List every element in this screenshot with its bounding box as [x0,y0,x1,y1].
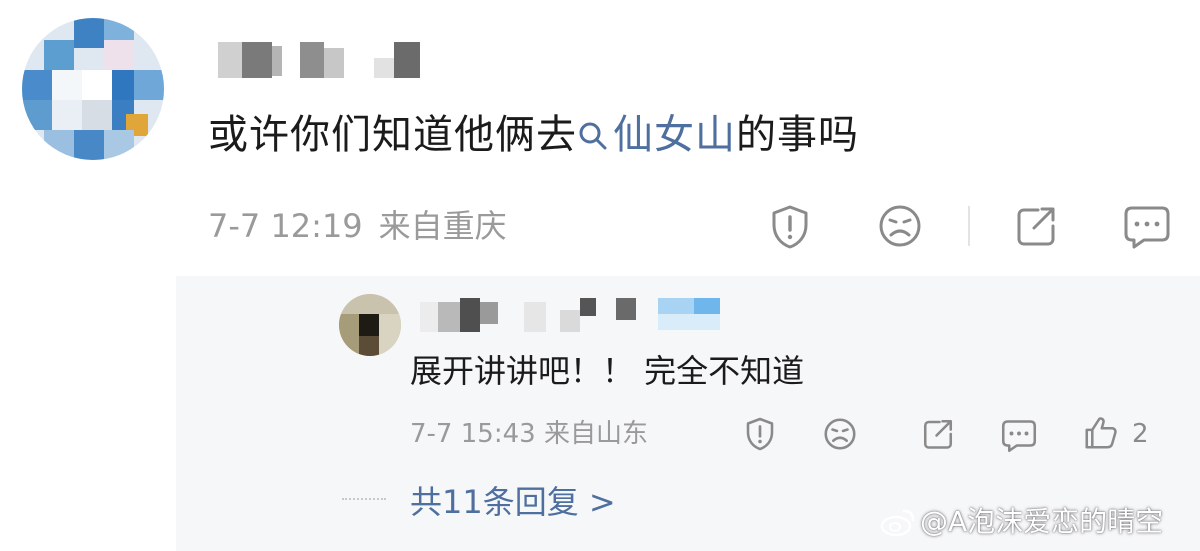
weibo-logo-icon [880,509,915,537]
thread-dots [342,498,386,500]
like-icon[interactable] [1082,414,1120,452]
watermark: @A泡沫爱恋的晴空 [880,498,1200,546]
reply-report-icon[interactable] [742,416,778,452]
like-count: 2 [1132,419,1149,449]
reply-avatar[interactable] [339,294,401,356]
reply-share-icon[interactable] [920,416,956,452]
more-replies-link[interactable]: 共11条回复 > [410,480,616,524]
topic-link[interactable]: 仙女山 [577,112,736,158]
reply-username-blurred[interactable] [420,296,740,338]
comment-meta: 7-7 12:19 来自重庆 [208,204,507,248]
reply-comment-icon[interactable] [1000,417,1038,453]
comment-icon[interactable] [1122,202,1172,250]
reply-meta: 7-7 15:43 来自山东 [410,414,648,454]
watermark-text: @A泡沫爱恋的晴空 [920,505,1164,538]
reply-dislike-face-icon[interactable] [822,416,858,452]
avatar[interactable] [22,18,164,160]
reply-location: 来自山东 [543,419,648,449]
comment-location: 来自重庆 [378,207,507,245]
share-icon[interactable] [1012,202,1060,250]
username-blurred[interactable] [218,38,428,82]
reply-text: 展开讲讲吧！！ 完全不知道 [410,352,805,390]
report-icon[interactable] [766,203,814,251]
comment-text-after: 的事吗 [736,112,859,158]
topic-link-label[interactable]: 仙女山 [613,112,736,158]
search-icon [579,122,607,150]
reply-time: 7-7 15:43 [410,419,536,449]
weibo-comment-screen: 或许你们知道他俩去 仙女山的事吗 7-7 12:19 来自重庆 展开讲讲吧！！ … [0,0,1200,551]
dislike-face-icon[interactable] [876,202,924,250]
divider [968,206,970,246]
comment-text-before: 或许你们知道他俩去 [208,112,577,158]
comment-text: 或许你们知道他俩去 仙女山的事吗 [208,106,859,164]
comment-time: 7-7 12:19 [208,207,363,245]
